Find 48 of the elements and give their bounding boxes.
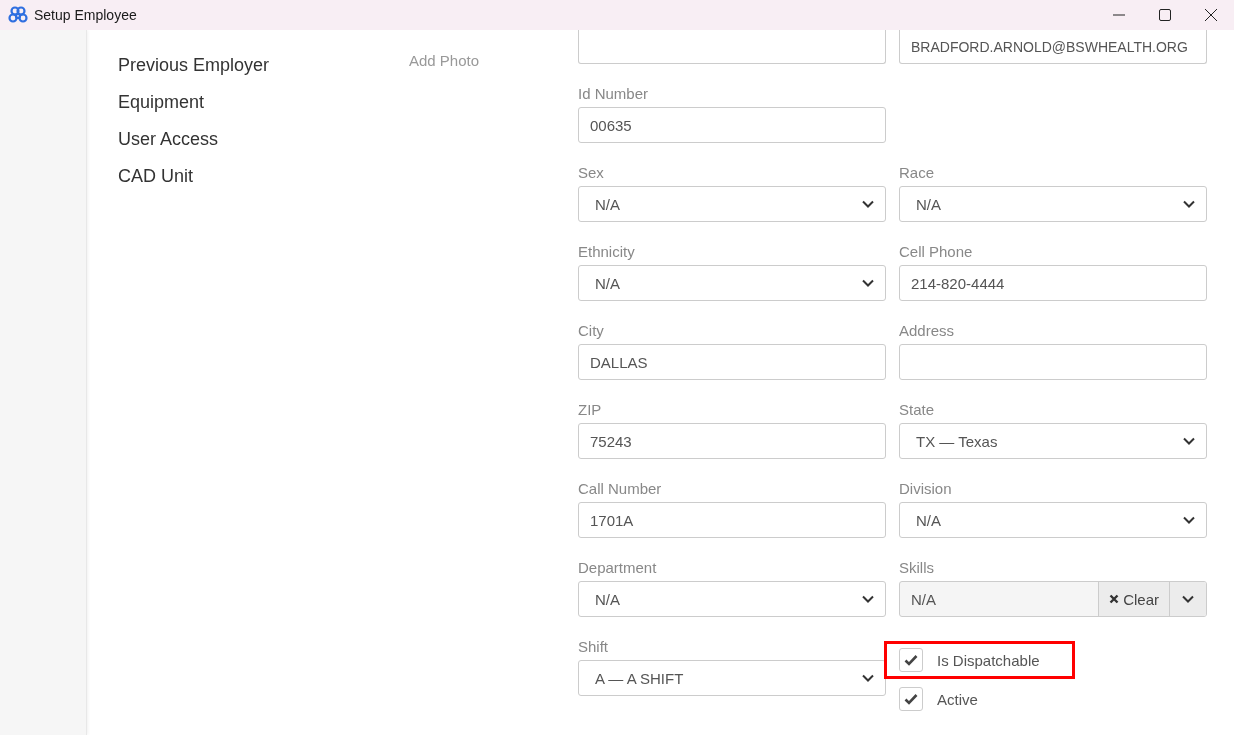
text-field[interactable]: BRADFORD.ARNOLD@BSWHEALTH.ORG	[899, 30, 1207, 64]
field-label: Sex	[578, 163, 605, 183]
close-icon	[1204, 8, 1218, 22]
field-label: Shift	[578, 637, 609, 657]
text-field[interactable]	[578, 30, 886, 64]
maximize-icon	[1159, 9, 1171, 21]
field-label: Department	[578, 558, 658, 578]
text-field[interactable]: 214-820-4444	[899, 265, 1207, 301]
checkmark-icon	[904, 693, 918, 705]
select-field[interactable]: N/A	[578, 186, 886, 222]
field-label: Ethnicity	[578, 242, 636, 262]
field-label: Skills	[899, 558, 935, 578]
text-field[interactable]	[899, 344, 1207, 380]
text-field[interactable]: DALLAS	[578, 344, 886, 380]
window-title: Setup Employee	[34, 7, 138, 23]
select-field[interactable]: N/A	[899, 502, 1207, 538]
field-label: City	[578, 321, 605, 341]
nav-link[interactable]: Equipment	[118, 90, 390, 114]
select-field[interactable]: N/A	[899, 186, 1207, 222]
select-field[interactable]: A — A SHIFT	[578, 660, 886, 696]
field-value: N/A	[910, 589, 937, 610]
text-field[interactable]: 00635	[578, 107, 886, 143]
field-label: Division	[899, 479, 953, 499]
checkbox-label: Is Dispatchable	[937, 651, 1040, 669]
checkmark-icon	[904, 654, 918, 666]
select-field[interactable]: N/A	[578, 581, 886, 617]
x-icon	[1109, 594, 1120, 604]
field-label: Id Number	[578, 84, 650, 104]
clear-button[interactable]: Clear	[1098, 582, 1169, 616]
field-label: State	[899, 400, 936, 420]
checkbox[interactable]	[899, 687, 923, 711]
app-logo-icon	[8, 5, 28, 25]
dropdown-button[interactable]	[1169, 582, 1206, 616]
field-label: Race	[899, 163, 936, 183]
nav-link[interactable]: User Access	[118, 127, 390, 151]
text-field[interactable]: 75243	[578, 423, 886, 459]
field-label: ZIP	[578, 400, 603, 420]
field-label: Call Number	[578, 479, 663, 499]
text-field[interactable]: 1701A	[578, 502, 886, 538]
select-field[interactable]: TX — Texas	[899, 423, 1207, 459]
field-label: Address	[899, 321, 956, 341]
nav-link[interactable]: CAD Unit	[118, 164, 390, 188]
nav-link[interactable]: Previous Employer	[118, 53, 390, 77]
field-label: Cell Phone	[899, 242, 974, 262]
checkbox[interactable]	[899, 648, 923, 672]
multiselect-field[interactable]: N/A Clear	[899, 581, 1207, 617]
select-field[interactable]: N/A	[578, 265, 886, 301]
checkbox-label: Active	[937, 690, 978, 708]
